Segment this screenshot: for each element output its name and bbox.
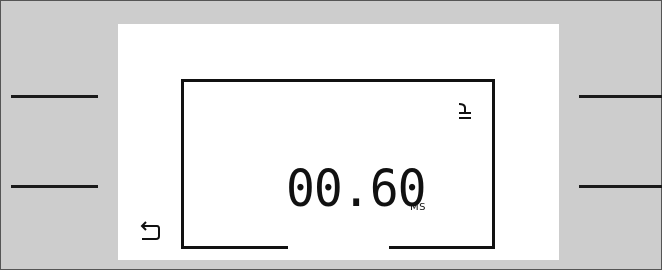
- value-readout: 00.60: [286, 159, 426, 219]
- unit-label: MS: [410, 202, 426, 213]
- back-icon[interactable]: [139, 220, 161, 242]
- value-frame-bottom-left: [181, 246, 288, 249]
- value-frame-bottom-right: [389, 246, 495, 249]
- device-panel: 00.60 MS: [0, 0, 662, 270]
- lcd-screen: 00.60 MS: [118, 24, 559, 260]
- softkey-right-bottom[interactable]: [579, 185, 662, 188]
- softkey-left-bottom[interactable]: [11, 185, 98, 188]
- softkey-left-top[interactable]: [11, 95, 98, 98]
- softkey-right-top[interactable]: [579, 95, 662, 98]
- enter-icon[interactable]: [457, 102, 473, 120]
